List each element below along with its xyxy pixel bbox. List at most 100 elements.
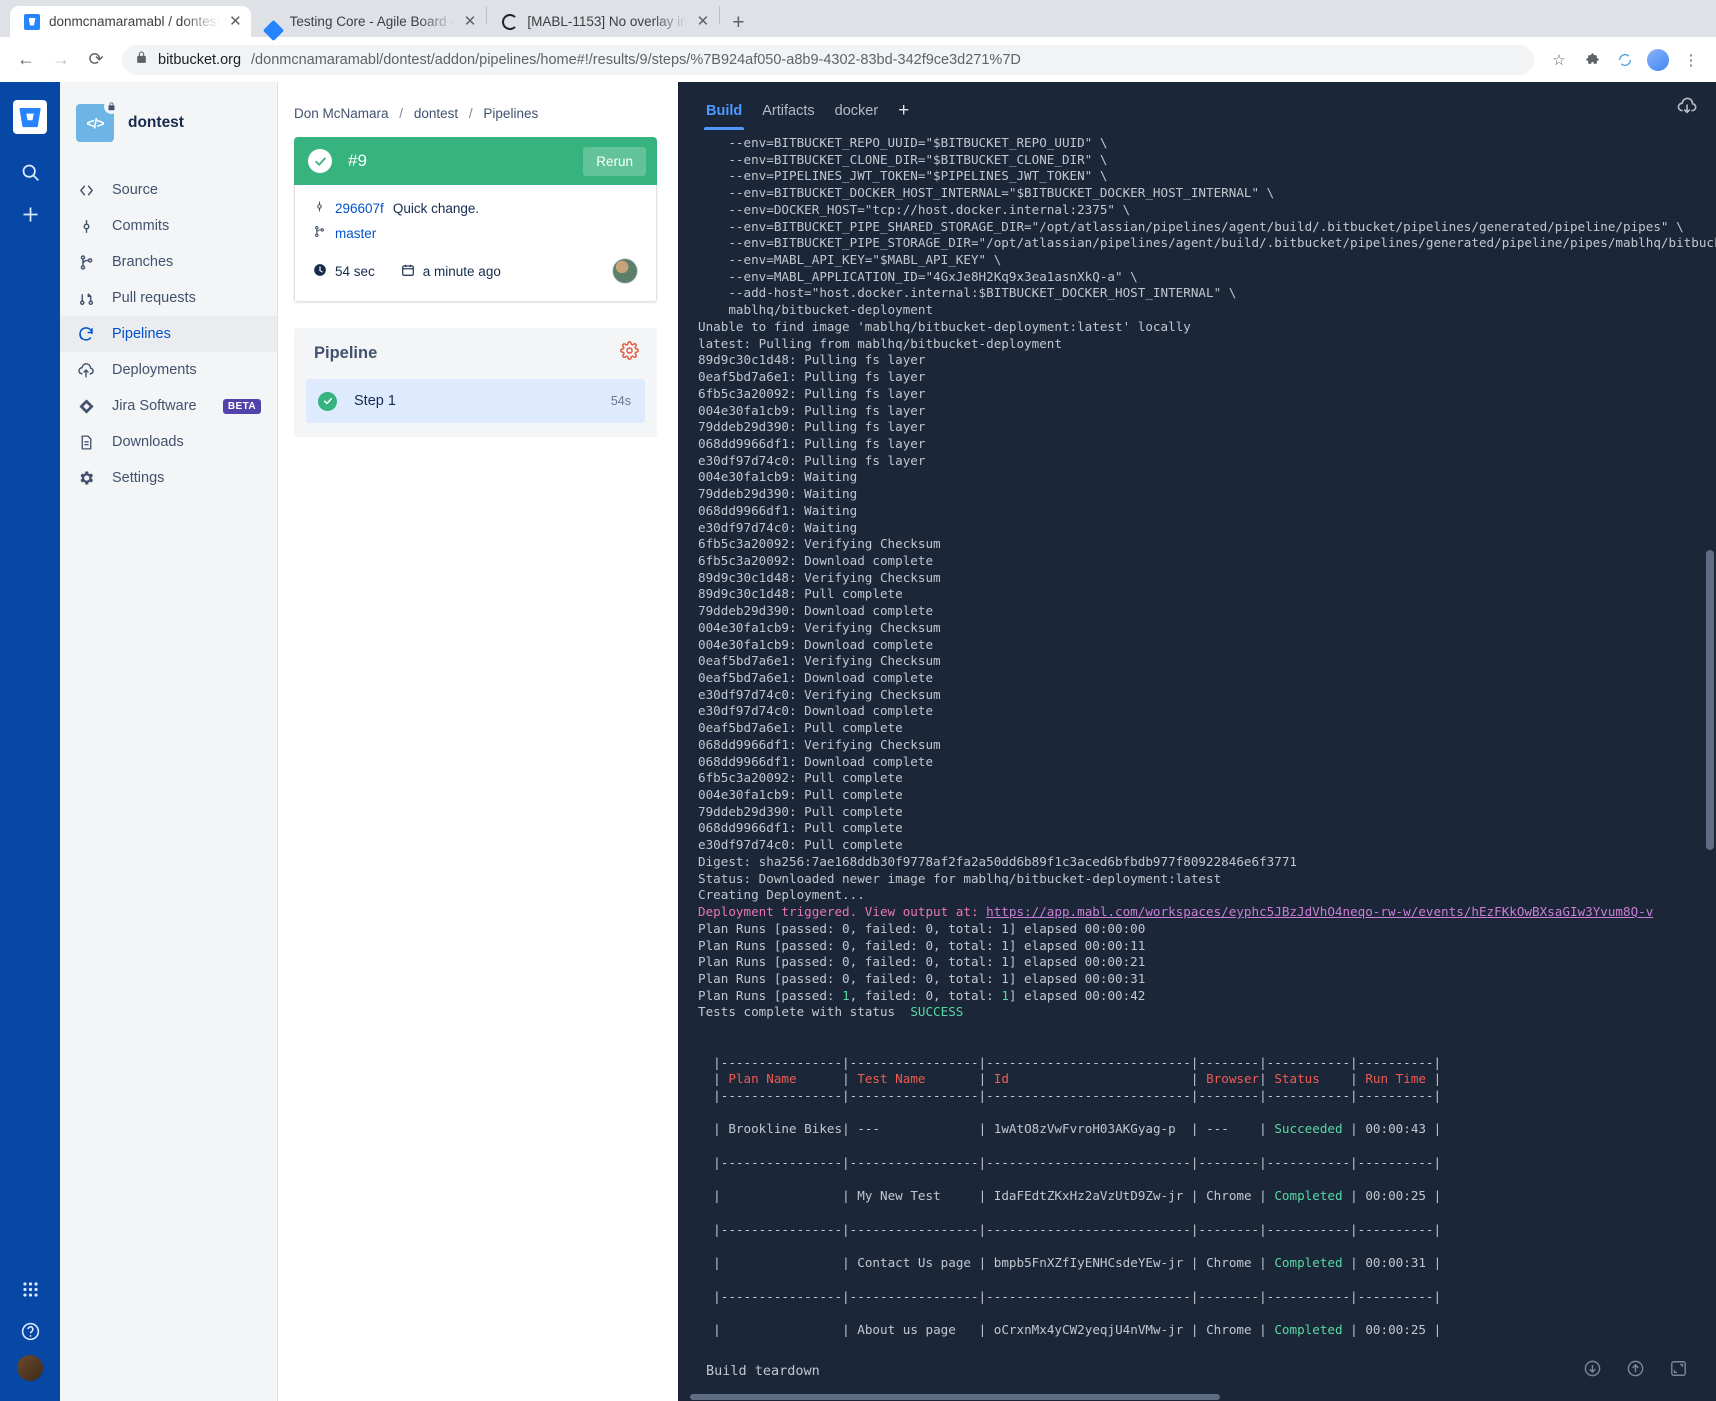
search-icon[interactable] xyxy=(10,152,50,192)
table-row: | | About us page | oCrxnMx4yCW2yeqjU4nV… xyxy=(698,1322,1442,1338)
sidebar-item-commits[interactable]: Commits xyxy=(60,208,277,244)
forward-button[interactable]: → xyxy=(46,45,76,75)
sidebar-item-pipelines[interactable]: Pipelines xyxy=(60,316,277,352)
url-path: /donmcnamaramabl/dontest/addon/pipelines… xyxy=(251,51,1021,68)
bitbucket-logo[interactable] xyxy=(13,100,47,134)
commit-message: Quick change. xyxy=(392,200,480,216)
tab-title: donmcnamaramabl / dontest xyxy=(49,14,221,29)
commits-icon xyxy=(76,218,96,235)
table-header-row: | Plan Name | Test Name | Id | Browser| … xyxy=(698,1071,1442,1087)
avatar[interactable] xyxy=(612,258,638,284)
log-line: 0eaf5bd7a6e1: Pull complete xyxy=(698,720,903,736)
log-line: 79ddeb29d390: Waiting xyxy=(698,486,858,502)
bookmark-star-icon[interactable]: ☆ xyxy=(1545,46,1573,74)
table-separator: |----------------|-----------------|----… xyxy=(698,1288,1442,1304)
log-line: Plan Runs [passed: 0, failed: 0, total: … xyxy=(698,937,1146,953)
sidebar-item-branches[interactable]: Branches xyxy=(60,244,277,280)
sidebar-item-settings[interactable]: Settings xyxy=(60,460,277,496)
browser-tab-2[interactable]: [MABL-1153] No overlay in ✕ xyxy=(488,6,718,37)
bitbucket-icon xyxy=(24,13,40,30)
tab-artifacts[interactable]: Artifacts xyxy=(752,103,824,130)
log-output[interactable]: --env=BITBUCKET_REPO_UUID="$BITBUCKET_RE… xyxy=(678,130,1716,1339)
success-check-icon xyxy=(318,391,337,411)
tab-docker[interactable]: docker xyxy=(825,103,889,130)
pipeline-step-row[interactable]: Step 1 54s xyxy=(306,379,645,423)
pipeline-detail-column: Don McNamara / dontest / Pipelines #9 Re… xyxy=(278,82,678,1401)
profile-avatar[interactable] xyxy=(1644,46,1672,74)
sync-extension-icon[interactable] xyxy=(1611,46,1639,74)
close-icon[interactable]: ✕ xyxy=(697,14,710,29)
pipelines-icon xyxy=(76,325,96,343)
table-separator: |----------------|-----------------|----… xyxy=(698,1221,1442,1237)
help-icon[interactable] xyxy=(10,1311,50,1351)
commit-row: 296607f Quick change. xyxy=(313,200,638,216)
table-row: | Brookline Bikes| --- | 1wAtO8zVwFvroH0… xyxy=(698,1121,1442,1137)
log-line: 068dd9966df1: Download complete xyxy=(698,753,934,769)
new-tab-button[interactable]: + xyxy=(732,12,744,33)
back-button[interactable]: ← xyxy=(11,45,41,75)
create-plus-icon[interactable] xyxy=(10,194,50,234)
log-line: 79ddeb29d390: Download complete xyxy=(698,603,934,619)
log-line: 79ddeb29d390: Pulling fs layer xyxy=(698,419,926,435)
log-line: 004e30fa1cb9: Waiting xyxy=(698,469,858,485)
log-line: Plan Runs [passed: 0, failed: 0, total: … xyxy=(698,954,1146,970)
sidebar-item-downloads[interactable]: Downloads xyxy=(60,424,277,460)
close-icon[interactable]: ✕ xyxy=(464,14,477,29)
apps-grid-icon[interactable] xyxy=(10,1269,50,1309)
user-avatar[interactable] xyxy=(15,1353,45,1383)
branch-link[interactable]: master xyxy=(335,226,376,241)
mabl-icon xyxy=(502,13,519,30)
sidebar-item-jira-software[interactable]: Jira Software BETA xyxy=(60,388,277,424)
log-line: 004e30fa1cb9: Pull complete xyxy=(698,787,903,803)
log-line: 0eaf5bd7a6e1: Verifying Checksum xyxy=(698,653,941,669)
log-line: Tests complete with status SUCCESS xyxy=(698,1004,964,1020)
deployment-output-link[interactable]: https://app.mabl.com/workspaces/eyphc5JB… xyxy=(986,904,1653,919)
commit-hash-link[interactable]: 296607f xyxy=(335,201,384,216)
sidebar-item-label: Pull requests xyxy=(112,290,196,306)
breadcrumb-item-repo[interactable]: dontest xyxy=(414,106,458,121)
browser-menu-icon[interactable]: ⋮ xyxy=(1677,46,1705,74)
log-line: 89d9c30c1d48: Pull complete xyxy=(698,586,903,602)
log-line: 068dd9966df1: Pulling fs layer xyxy=(698,435,926,451)
browser-tab-0[interactable]: donmcnamaramabl / dontest ✕ xyxy=(10,6,251,37)
settings-gear-icon[interactable] xyxy=(620,341,639,365)
download-log-icon[interactable] xyxy=(1676,95,1698,130)
browser-tab-strip: donmcnamaramabl / dontest ✕ Testing Core… xyxy=(0,0,1716,37)
lock-icon xyxy=(135,51,148,68)
log-line: Status: Downloaded newer image for mablh… xyxy=(698,870,1222,886)
breadcrumb-separator: / xyxy=(399,106,404,121)
scroll-to-top-icon[interactable] xyxy=(1626,1359,1645,1382)
log-line: Plan Runs [passed: 1, failed: 0, total: … xyxy=(698,987,1146,1003)
log-line: --env=BITBUCKET_PIPE_SHARED_STORAGE_DIR=… xyxy=(698,218,1684,234)
log-line: e30df97d74c0: Download complete xyxy=(698,703,934,719)
build-teardown-label: Build teardown xyxy=(706,1362,820,1379)
tab-build[interactable]: Build xyxy=(696,103,752,130)
scroll-to-bottom-icon[interactable] xyxy=(1583,1359,1602,1382)
address-bar[interactable]: bitbucket.org /donmcnamaramabl/dontest/a… xyxy=(122,44,1534,75)
add-tab-button[interactable]: + xyxy=(888,100,919,130)
sidebar-item-label: Branches xyxy=(112,254,174,270)
reload-button[interactable]: ⟳ xyxy=(81,45,111,75)
log-vertical-scrollbar[interactable] xyxy=(1706,170,1714,990)
repo-header[interactable]: </> dontest xyxy=(60,99,277,142)
sidebar-item-deployments[interactable]: Deployments xyxy=(60,352,277,388)
build-number: #9 xyxy=(348,151,367,170)
log-line: --env=MABL_APPLICATION_ID="4GxJe8H2Kq9x3… xyxy=(698,268,1138,284)
breadcrumb-item-pipelines[interactable]: Pipelines xyxy=(483,106,538,121)
close-icon[interactable]: ✕ xyxy=(229,14,242,29)
browser-tab-1[interactable]: Testing Core - Agile Board - ✕ xyxy=(251,6,486,37)
sidebar-item-source[interactable]: Source xyxy=(60,172,277,208)
breadcrumb-item-owner[interactable]: Don McNamara xyxy=(294,106,389,121)
browser-toolbar: ← → ⟳ bitbucket.org /donmcnamaramabl/don… xyxy=(0,37,1716,82)
log-horizontal-scrollbar[interactable] xyxy=(678,1392,1716,1401)
log-line: 004e30fa1cb9: Pulling fs layer xyxy=(698,402,926,418)
calendar-icon xyxy=(401,263,415,280)
extension-puzzle-icon[interactable] xyxy=(1578,46,1606,74)
fullscreen-icon[interactable] xyxy=(1669,1359,1688,1382)
sidebar-item-pull-requests[interactable]: Pull requests xyxy=(60,280,277,316)
build-body: 296607f Quick change. master 54 sec a mi… xyxy=(294,185,657,302)
rerun-button[interactable]: Rerun xyxy=(583,146,646,176)
